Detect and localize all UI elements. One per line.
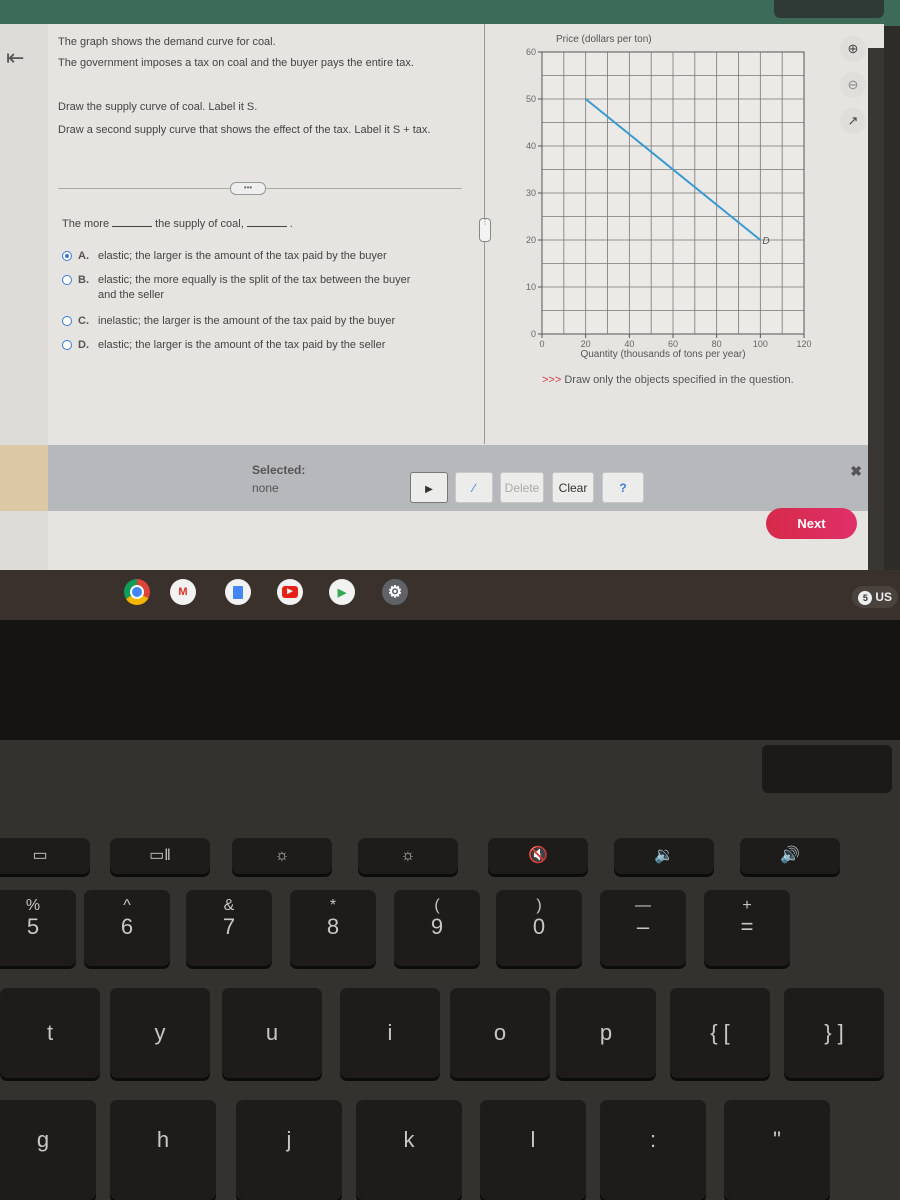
fill-in-sentence: The more the supply of coal,. (62, 218, 293, 230)
delete-button[interactable]: Delete (500, 472, 544, 503)
line-tool-button[interactable]: ∕ (455, 472, 493, 503)
function-key[interactable]: ▭‖ (110, 838, 210, 874)
letter-key-2[interactable]: u (222, 988, 322, 1078)
home-key-5[interactable]: : (600, 1100, 706, 1200)
number-key-6[interactable]: ^ 6 (84, 890, 170, 966)
right-bezel (868, 48, 884, 594)
option-b[interactable]: B. elastic; the more equally is the spli… (62, 273, 442, 303)
home-key-3[interactable]: k (356, 1100, 462, 1200)
line-icon: ∕ (472, 481, 475, 495)
y-tick-label: 20 (526, 235, 536, 245)
number-key-5[interactable]: % 5 (0, 890, 76, 966)
number-key-7[interactable]: & 7 (186, 890, 272, 966)
x-tick-label: 20 (581, 339, 591, 349)
close-icon[interactable]: ✖ (850, 463, 862, 480)
x-tick-label: 100 (753, 339, 768, 349)
x-axis-label: Quantity (thousands of tons per year) (580, 349, 745, 360)
os-top-edge (0, 0, 900, 26)
y-tick-label: 0 (531, 329, 536, 339)
fill-prefix: The more (62, 218, 110, 230)
number-key-0[interactable]: ) 0 (496, 890, 582, 966)
expand-button[interactable]: ••• (230, 182, 266, 195)
splitter-handle[interactable]: ⋮ (479, 218, 491, 242)
letter-key-5[interactable]: p (556, 988, 656, 1078)
home-key-1[interactable]: h (110, 1100, 216, 1200)
fill-middle: the supply of coal, (155, 218, 244, 230)
function-key[interactable]: 🔉 (614, 838, 714, 874)
function-key[interactable]: 🔊 (740, 838, 840, 874)
function-key[interactable]: ▭ (0, 838, 90, 874)
function-key[interactable]: 🔇 (488, 838, 588, 874)
blank-1 (112, 226, 153, 227)
radio-d[interactable] (62, 340, 72, 350)
letter-key-0[interactable]: t (0, 988, 100, 1078)
toolbar-left-accent (0, 445, 48, 511)
pointer-tool-button[interactable]: ▶ (410, 472, 448, 503)
demand-chart[interactable]: 0 10 20 30 40 50 60 0 20 40 60 80 100 120 Price (dolla… (500, 24, 840, 364)
drawing-toolbar: Selected: none ▶ ∕ Delete Clear ? ✖ (48, 445, 884, 511)
y-tick-label: 40 (526, 141, 536, 151)
letter-key-4[interactable]: o (450, 988, 550, 1078)
play-store-icon[interactable]: ▶ (329, 579, 355, 605)
collapse-back-icon[interactable]: ⇤ (6, 46, 30, 70)
hint-text: >>> Draw only the objects specified in t… (542, 374, 794, 386)
home-key-2[interactable]: j (236, 1100, 342, 1200)
question-panel: The graph shows the demand curve for coa… (48, 24, 482, 444)
x-tick-label: 40 (624, 339, 634, 349)
popout-icon[interactable]: ↗ (840, 108, 866, 134)
y-tick-label: 50 (526, 94, 536, 104)
letter-key-7[interactable]: } ] (784, 988, 884, 1078)
x-tick-label: 60 (668, 339, 678, 349)
blank-2 (246, 226, 287, 227)
selection-status: Selected: none (252, 463, 306, 495)
pointer-icon: ▶ (425, 484, 433, 495)
option-a[interactable]: A. elastic; the larger is the amount of … (62, 249, 387, 264)
question-intro: The graph shows the demand curve for coa… (58, 36, 276, 48)
x-tick-label: 120 (796, 339, 811, 349)
docs-icon[interactable] (225, 579, 251, 605)
question-task-2: Draw a second supply curve that shows th… (58, 124, 431, 136)
home-key-4[interactable]: l (480, 1100, 586, 1200)
radio-c[interactable] (62, 316, 72, 326)
zoom-out-icon[interactable]: ⊖ (840, 72, 866, 98)
settings-icon[interactable]: ⚙ (382, 579, 408, 605)
y-tick-label: 30 (526, 188, 536, 198)
function-key[interactable]: ☼ (232, 838, 332, 874)
demand-curve-label: D (762, 236, 769, 247)
function-key[interactable]: ☼ (358, 838, 458, 874)
help-button[interactable]: ? (602, 472, 644, 503)
number-key-–[interactable]: — – (600, 890, 686, 966)
y-tick-label: 60 (526, 47, 536, 57)
clear-button[interactable]: Clear (552, 472, 594, 503)
number-key-8[interactable]: * 8 (290, 890, 376, 966)
app-window: ⇤ The graph shows the demand curve for c… (0, 24, 884, 594)
next-button[interactable]: Next (766, 508, 857, 539)
y-tick-label: 10 (526, 282, 536, 292)
zoom-in-icon[interactable]: ⊕ (840, 36, 866, 62)
laptop-hinge (762, 745, 892, 793)
laptop-bezel (0, 620, 900, 740)
status-area[interactable]: 5 US (852, 586, 898, 608)
radio-a-selected[interactable] (62, 251, 72, 261)
youtube-icon[interactable]: ▶ (277, 579, 303, 605)
option-d[interactable]: D. elastic; the larger is the amount of … (62, 338, 385, 353)
x-tick-label: 80 (712, 339, 722, 349)
home-key-6[interactable]: " (724, 1100, 830, 1200)
radio-b[interactable] (62, 275, 72, 285)
option-c[interactable]: C. inelastic; the larger is the amount o… (62, 314, 395, 329)
letter-key-1[interactable]: y (110, 988, 210, 1078)
home-key-0[interactable]: g (0, 1100, 96, 1200)
number-key-=[interactable]: + = (704, 890, 790, 966)
letter-key-6[interactable]: { [ (670, 988, 770, 1078)
question-task-1: Draw the supply curve of coal. Label it … (58, 101, 258, 113)
question-scenario: The government imposes a tax on coal and… (58, 57, 414, 69)
letter-key-3[interactable]: i (340, 988, 440, 1078)
gmail-icon[interactable]: M (170, 579, 196, 605)
number-key-9[interactable]: (9 (394, 890, 480, 966)
y-axis-label: Price (dollars per ton) (556, 34, 652, 45)
os-shelf: M ▶ ▶ ⚙ 5 US (0, 570, 900, 620)
x-tick-label: 0 (539, 339, 544, 349)
chrome-icon[interactable] (124, 579, 150, 605)
